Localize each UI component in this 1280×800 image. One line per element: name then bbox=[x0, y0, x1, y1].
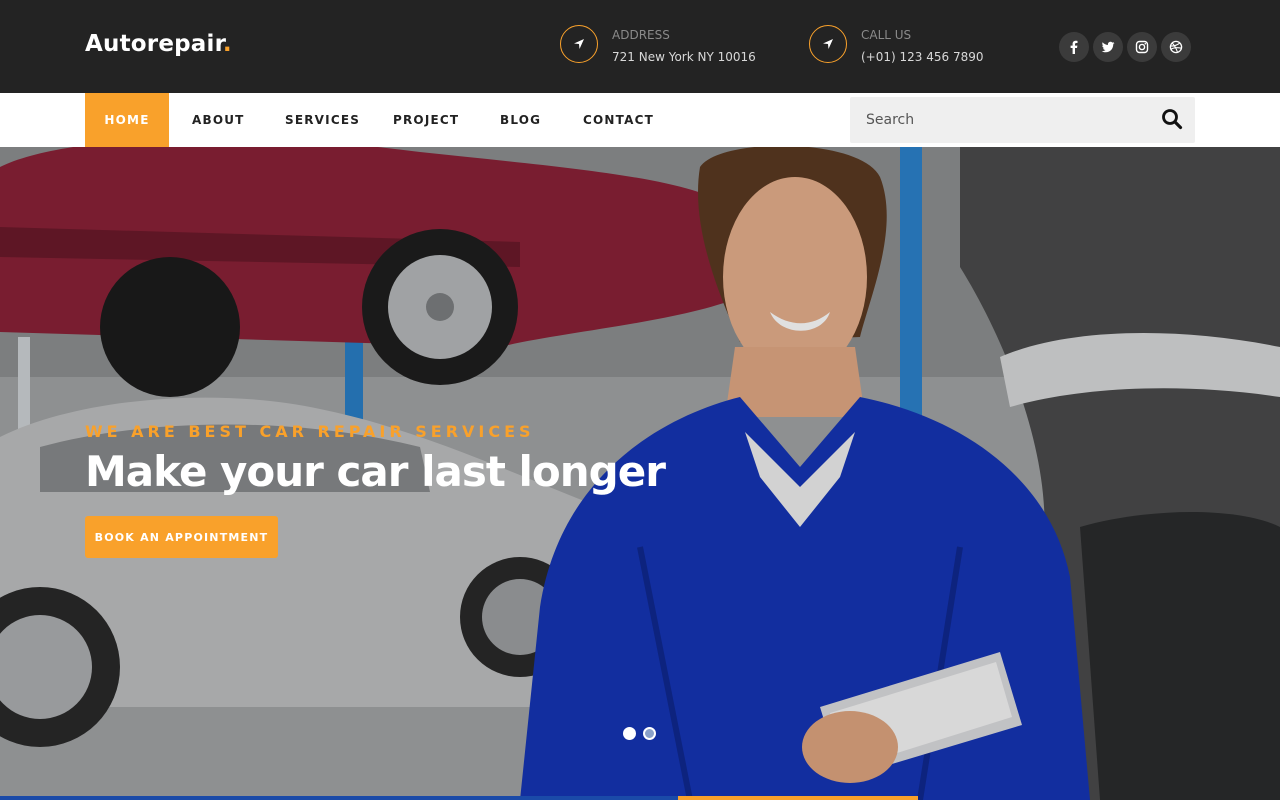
top-bar: Autorepair. ADDRESS 721 New York NY 1001… bbox=[0, 0, 1280, 93]
section-strip-blue bbox=[0, 796, 678, 800]
hero-title: Make your car last longer bbox=[85, 447, 666, 496]
nav-item-blog[interactable]: BLOG bbox=[500, 93, 541, 147]
dribbble-link[interactable] bbox=[1161, 32, 1191, 62]
search-icon bbox=[1162, 109, 1183, 130]
twitter-icon bbox=[1101, 41, 1115, 53]
location-arrow-icon bbox=[560, 25, 598, 63]
dribbble-icon bbox=[1169, 40, 1183, 54]
search-box bbox=[850, 97, 1195, 143]
nav-item-project[interactable]: PROJECT bbox=[393, 93, 459, 147]
address-label: ADDRESS bbox=[612, 28, 670, 42]
nav-item-home[interactable]: HOME bbox=[85, 93, 169, 147]
phone-label: CALL US bbox=[861, 28, 912, 42]
slider-dot-active[interactable] bbox=[623, 727, 636, 740]
slider-dot[interactable] bbox=[643, 727, 656, 740]
instagram-link[interactable] bbox=[1127, 32, 1157, 62]
nav-item-services[interactable]: SERVICES bbox=[285, 93, 360, 147]
hero-subtitle: WE ARE BEST CAR REPAIR SERVICES bbox=[85, 422, 535, 441]
brand-name: Autorepair bbox=[85, 31, 223, 57]
location-arrow-icon bbox=[809, 25, 847, 63]
nav-item-about[interactable]: ABOUT bbox=[192, 93, 245, 147]
twitter-link[interactable] bbox=[1093, 32, 1123, 62]
address-value: 721 New York NY 10016 bbox=[612, 50, 756, 64]
main-navbar: HOME ABOUT SERVICES PROJECT BLOG CONTACT bbox=[0, 93, 1280, 147]
brand-dot: . bbox=[222, 31, 232, 57]
address-info: ADDRESS 721 New York NY 10016 bbox=[560, 25, 760, 65]
facebook-link[interactable] bbox=[1059, 32, 1089, 62]
nav-item-contact[interactable]: CONTACT bbox=[583, 93, 654, 147]
brand-logo[interactable]: Autorepair. bbox=[85, 31, 232, 57]
facebook-icon bbox=[1070, 40, 1078, 54]
book-appointment-button[interactable]: BOOK AN APPOINTMENT bbox=[85, 516, 278, 558]
phone-info: CALL US (+01) 123 456 7890 bbox=[809, 25, 1009, 65]
search-input[interactable] bbox=[850, 97, 1150, 143]
hero-slider: WE ARE BEST CAR REPAIR SERVICES Make you… bbox=[0, 147, 1280, 800]
search-button[interactable] bbox=[1161, 108, 1185, 132]
instagram-icon bbox=[1135, 40, 1149, 54]
phone-value[interactable]: (+01) 123 456 7890 bbox=[861, 50, 983, 64]
section-strip-orange bbox=[678, 796, 918, 800]
